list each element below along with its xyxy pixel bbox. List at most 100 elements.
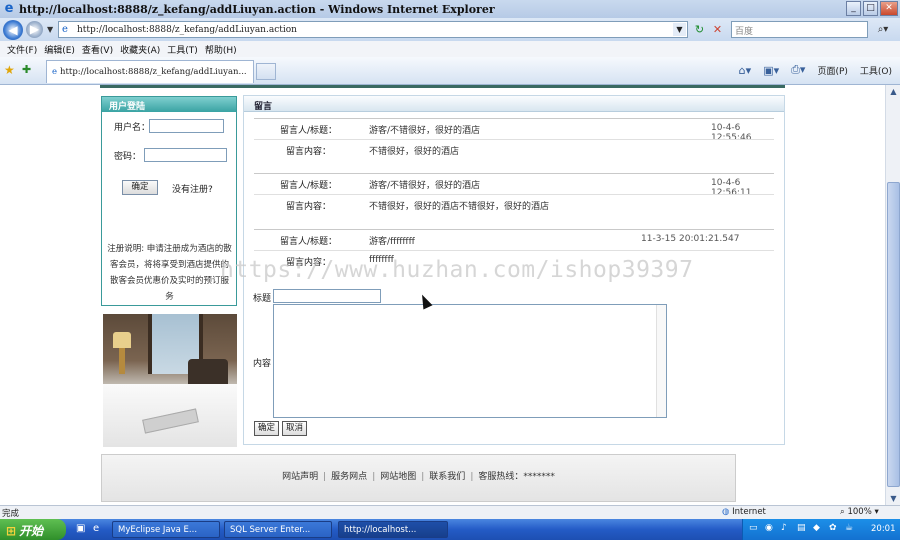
print-icon[interactable]: ⎙▾	[791, 63, 805, 77]
login-confirm-button[interactable]: 确定	[122, 180, 158, 195]
password-label: 密码：	[114, 152, 142, 162]
new-tab-button[interactable]	[256, 63, 276, 80]
footer-link-service-points[interactable]: 服务网点	[331, 472, 367, 482]
password-input[interactable]	[144, 148, 227, 162]
footer-separator: |	[372, 472, 376, 482]
username-label: 用户名：	[114, 123, 151, 133]
scroll-down-icon[interactable]: ▼	[887, 492, 900, 505]
entry-time: 11-3-15 20:01:21.547	[641, 234, 740, 244]
entry-user-title: 游客/不错很好，很好的酒店	[369, 181, 481, 191]
page-content: 用户登陆 用户名： 密码： 确定 没有注册? 注册说明: 申请注册成为酒店的散客…	[0, 85, 885, 505]
command-bar: ⌂▾ ▣▾ ⎙▾ 页面(P) 工具(O)	[739, 63, 892, 77]
maximize-button[interactable]: □	[863, 1, 878, 16]
task-sqlserver[interactable]: SQL Server Enter...	[224, 521, 332, 538]
footer-separator: |	[421, 472, 425, 482]
update-icon[interactable]: ✿	[829, 523, 837, 533]
entry-user-title: 游客/不错很好，很好的酒店	[369, 126, 481, 136]
form-content-textarea[interactable]	[273, 304, 667, 418]
start-label: 开始	[19, 524, 44, 538]
system-tray: ▭ ◉ ♪ ▤ ◆ ✿ ☕ 20:01	[742, 519, 900, 540]
server-icon[interactable]: ▤	[797, 523, 806, 533]
scroll-up-icon[interactable]: ▲	[887, 85, 900, 98]
zoom-level: 100%	[847, 507, 872, 517]
feeds-icon[interactable]: ▣▾	[763, 64, 779, 77]
security-icon[interactable]: ◆	[813, 523, 820, 533]
ie-quicklaunch-icon[interactable]: e	[93, 523, 99, 534]
entry-user-label: 留言人/标题：	[280, 126, 338, 136]
menu-view[interactable]: 查看(V)	[82, 43, 113, 56]
submit-button[interactable]: 确定	[254, 421, 279, 436]
url-input[interactable]: e http://localhost:8888/z_kefang/addLiuy…	[58, 21, 688, 38]
footer-link-sitemap[interactable]: 网站地图	[380, 472, 416, 482]
address-bar: ◀ ▶ ▼ e http://localhost:8888/z_kefang/a…	[0, 18, 900, 41]
menu-bar: 文件(F) 编辑(E) 查看(V) 收藏夹(A) 工具(T) 帮助(H)	[0, 41, 900, 57]
username-input[interactable]	[149, 119, 224, 133]
menu-file[interactable]: 文件(F)	[7, 43, 37, 56]
url-text: http://localhost:8888/z_kefang/addLiuyan…	[77, 24, 297, 35]
entry-content-row: 留言内容： 不错很好，很好的酒店	[254, 139, 774, 159]
volume-icon[interactable]: ♪	[781, 523, 787, 533]
guestbook-entry: 留言人/标题： 游客/不错很好，很好的酒店 10-4-6 12:56:11 留言…	[254, 173, 774, 215]
java-icon[interactable]: ☕	[845, 523, 853, 533]
tab-current[interactable]: e http://localhost:8888/z_kefang/addLiuya…	[46, 60, 254, 83]
title-bar: e http://localhost:8888/z_kefang/addLiuy…	[0, 0, 900, 18]
forward-button[interactable]: ▶	[26, 21, 43, 38]
show-desktop-icon[interactable]: ▣	[76, 523, 85, 534]
textarea-scrollbar[interactable]	[656, 305, 666, 417]
search-input[interactable]: 百度	[731, 21, 868, 38]
footer-hotline: 客服热线：*******	[478, 472, 555, 482]
refresh-button[interactable]: ↻	[692, 22, 707, 37]
page-icon: e	[52, 67, 58, 77]
ie-logo-icon: e	[4, 1, 14, 16]
favorites-star-icon[interactable]: ★	[4, 63, 15, 77]
photo-lamp-base	[119, 348, 125, 374]
page-scrollbar[interactable]: ▲ ▼	[885, 85, 900, 505]
start-button[interactable]: ⊞ 开始	[0, 519, 66, 540]
zoom-control[interactable]: ⌕ 100% ▾	[840, 507, 879, 517]
menu-edit[interactable]: 编辑(E)	[44, 43, 75, 56]
minimize-button[interactable]: _	[846, 1, 861, 16]
form-content-label: 内容	[253, 359, 272, 369]
entry-content-row: 留言内容： 不错很好，很好的酒店不错很好，很好的酒店	[254, 194, 774, 214]
watermark-text: https://www.huzhan.com/ishop39397	[220, 257, 694, 283]
form-title-input[interactable]	[273, 289, 381, 303]
cancel-button[interactable]: 取消	[282, 421, 307, 436]
menu-help[interactable]: 帮助(H)	[205, 43, 237, 56]
windows-flag-icon: ⊞	[6, 524, 17, 538]
page-menu[interactable]: 页面(P)	[817, 64, 847, 77]
network-icon[interactable]: ◉	[765, 523, 773, 533]
scroll-thumb[interactable]	[887, 182, 900, 487]
photo-lamp	[113, 332, 131, 348]
register-link[interactable]: 没有注册?	[172, 182, 213, 195]
entry-user-title: 游客/ffffffff	[369, 237, 415, 247]
footer-separator: |	[470, 472, 474, 482]
page-footer: 网站声明 | 服务网点 | 网站地图 | 联系我们 | 客服热线：*******	[101, 454, 736, 502]
globe-icon: ◍	[722, 507, 733, 517]
keyboard-icon[interactable]: ▭	[749, 523, 758, 533]
entry-content: 不错很好，很好的酒店	[369, 147, 460, 157]
login-header: 用户登陆	[102, 97, 236, 112]
stop-button[interactable]: ✕	[710, 22, 725, 37]
footer-separator: |	[323, 472, 327, 482]
header-stripe	[100, 85, 785, 88]
tools-menu[interactable]: 工具(O)	[860, 64, 892, 77]
history-dropdown-icon[interactable]: ▼	[47, 25, 53, 34]
task-myeclipse[interactable]: MyEclipse Java E...	[112, 521, 220, 538]
window-title: http://localhost:8888/z_kefang/addLiuyan…	[19, 2, 495, 16]
entry-title-row: 留言人/标题： 游客/不错很好，很好的酒店 10-4-6 12:55:46	[254, 119, 774, 143]
entry-content-label: 留言内容：	[286, 147, 332, 157]
url-dropdown-icon[interactable]: ▼	[673, 23, 686, 36]
search-icon[interactable]: ⌕▾	[871, 22, 895, 37]
home-icon[interactable]: ⌂▾	[739, 64, 752, 77]
menu-favorites[interactable]: 收藏夹(A)	[120, 43, 160, 56]
footer-link-statement[interactable]: 网站声明	[282, 472, 318, 482]
taskbar: ⊞ 开始 ▣ e MyEclipse Java E... SQL Server E…	[0, 519, 900, 540]
task-ie[interactable]: http://localhost...	[338, 521, 448, 538]
form-title-label: 标题	[253, 294, 272, 304]
back-button[interactable]: ◀	[3, 19, 23, 40]
close-button[interactable]: ✕	[880, 1, 898, 16]
registration-info: 注册说明: 申请注册成为酒店的散客会员，将将享受到酒店提供的散客会员优惠价及实时…	[107, 244, 232, 302]
footer-link-contact[interactable]: 联系我们	[429, 472, 465, 482]
add-favorites-icon[interactable]: ✚	[22, 63, 31, 76]
menu-tools[interactable]: 工具(T)	[167, 43, 198, 56]
